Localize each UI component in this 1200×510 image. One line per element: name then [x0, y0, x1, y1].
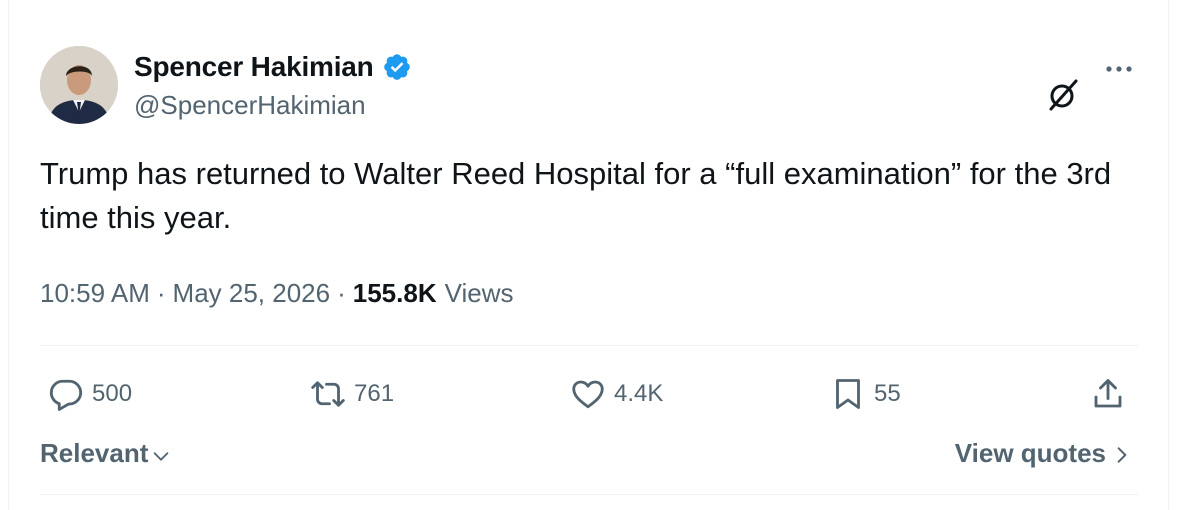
meta-separator: ·: [156, 278, 166, 308]
avatar[interactable]: [40, 46, 118, 124]
share-button[interactable]: [1090, 372, 1126, 416]
repost-button[interactable]: 761: [310, 372, 394, 416]
author-name-row: Spencer Hakimian: [134, 50, 412, 84]
tweet-time[interactable]: 10:59 AM: [40, 278, 150, 309]
card-border-right: [1168, 0, 1169, 510]
views-count: 155.8K: [352, 278, 437, 308]
like-count: 4.4K: [614, 380, 664, 407]
author-name[interactable]: Spencer Hakimian: [134, 51, 374, 83]
more-icon[interactable]: [1102, 52, 1136, 86]
bookmark-icon: [836, 379, 860, 409]
tweet-date[interactable]: May 25, 2026: [173, 278, 331, 309]
repost-icon: [311, 381, 345, 407]
divider: [40, 494, 1138, 495]
view-quotes-label: View quotes: [954, 438, 1106, 468]
reply-count: 500: [92, 380, 133, 407]
reply-button[interactable]: 500: [48, 372, 132, 416]
reply-icon: [49, 379, 83, 411]
verified-badge-icon: [383, 54, 410, 80]
chevron-down-icon: [154, 451, 169, 461]
sort-replies-dropdown[interactable]: Relevant: [40, 438, 172, 469]
like-button[interactable]: 4.4K: [570, 372, 663, 416]
view-quotes-link[interactable]: View quotes: [955, 438, 1132, 469]
bookmark-button[interactable]: 55: [830, 372, 901, 416]
share-icon: [1094, 379, 1122, 408]
bookmark-count: 55: [874, 380, 901, 407]
meta-separator: ·: [337, 278, 346, 308]
grok-icon[interactable]: [1046, 78, 1080, 112]
chevron-right-icon: [1117, 447, 1127, 463]
repost-count: 761: [354, 380, 395, 407]
divider: [40, 345, 1138, 346]
tweet-text: Trump has returned to Walter Reed Hospit…: [40, 156, 1112, 235]
author-handle[interactable]: @SpencerHakimian: [134, 90, 366, 121]
tweet-meta: 10:59 AM · May 25, 2026 · 155.8K Views: [40, 278, 514, 309]
sort-label: Relevant: [40, 438, 149, 468]
views-label: Views: [444, 278, 514, 308]
card-border-left: [8, 0, 9, 510]
heart-icon: [572, 380, 604, 409]
